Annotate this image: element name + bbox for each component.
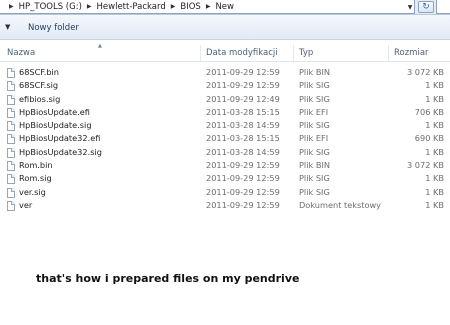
caption-text: that's how i prepared files on my pendri… — [36, 272, 300, 285]
file-size: 1 KB — [425, 186, 444, 197]
file-row[interactable]: ver.sig 2011-09-29 12:59 Plik SIG 1 KB — [0, 186, 450, 199]
file-name: 68SCF.sig — [19, 80, 59, 91]
file-name: HpBiosUpdate.sig — [19, 120, 92, 131]
file-row[interactable]: Rom.sig 2011-09-29 12:59 Plik SIG 1 KB — [0, 172, 450, 185]
file-date: 2011-03-28 15:15 — [206, 133, 280, 144]
command-bar: ▼ Nowy folder — [0, 15, 450, 40]
file-row[interactable]: Rom.bin 2011-09-29 12:59 Plik BIN 3 072 … — [0, 159, 450, 172]
breadcrumb-hewlett-packard[interactable]: Hewlett-Packard — [97, 2, 166, 12]
file-size: 3 072 KB — [406, 160, 444, 171]
file-date: 2011-03-28 14:59 — [206, 146, 280, 157]
file-icon — [7, 200, 15, 211]
file-icon — [7, 174, 15, 185]
file-size: 1 KB — [425, 120, 444, 131]
file-size: 1 KB — [425, 80, 444, 91]
chevron-right-icon: ▶ — [9, 3, 14, 10]
file-type: Plik EFI — [299, 133, 329, 144]
file-row[interactable]: HpBiosUpdate.sig 2011-03-28 14:59 Plik S… — [0, 119, 450, 132]
file-row[interactable]: HpBiosUpdate32.efi 2011-03-28 15:15 Plik… — [0, 132, 450, 145]
file-name: ver.sig — [19, 186, 46, 197]
file-type: Plik SIG — [299, 146, 330, 157]
file-date: 2011-09-29 12:59 — [206, 173, 280, 184]
breadcrumb-drive[interactable]: HP_TOOLS (G:) — [19, 2, 82, 12]
file-icon — [7, 161, 15, 172]
file-name: HpBiosUpdate32.efi — [19, 133, 101, 144]
chevron-down-icon[interactable]: ▼ — [5, 23, 10, 31]
column-name[interactable]: Nazwa — [7, 44, 35, 62]
column-date[interactable]: Data modyfikacji — [206, 44, 278, 62]
file-type: Plik SIG — [299, 120, 330, 131]
file-type: Dokument tekstowy — [299, 199, 382, 210]
address-bar[interactable]: ▶ HP_TOOLS (G:) ▶ Hewlett-Packard ▶ BIOS… — [0, 0, 415, 14]
file-type: Plik SIG — [299, 93, 330, 104]
file-name: Rom.bin — [19, 160, 53, 171]
file-date: 2011-09-29 12:59 — [206, 186, 280, 197]
file-size: 1 KB — [425, 199, 444, 210]
file-row[interactable]: 68SCF.sig 2011-09-29 12:59 Plik SIG 1 KB — [0, 79, 450, 92]
file-icon — [7, 68, 15, 78]
search-input[interactable] — [436, 0, 450, 14]
file-row[interactable]: ver 2011-09-29 12:59 Dokument tekstowy 1… — [0, 199, 450, 212]
column-size[interactable]: Rozmiar — [394, 44, 429, 62]
file-name: ver — [19, 199, 33, 210]
file-date: 2011-09-29 12:59 — [206, 160, 280, 171]
file-row[interactable]: 68SCF.bin 2011-09-29 12:59 Plik BIN 3 07… — [0, 66, 450, 79]
file-name: HpBiosUpdate.efi — [19, 106, 90, 117]
file-type: Plik SIG — [299, 186, 330, 197]
file-size: 3 072 KB — [406, 67, 444, 77]
refresh-button[interactable]: ↻ — [418, 1, 434, 13]
file-icon — [7, 81, 15, 92]
file-name: Rom.sig — [19, 173, 52, 184]
file-size: 1 KB — [425, 146, 444, 157]
refresh-icon: ↻ — [422, 2, 430, 12]
new-folder-button[interactable]: Nowy folder — [28, 21, 79, 34]
sort-up-icon: ▲ — [98, 43, 102, 49]
column-divider[interactable] — [388, 45, 389, 61]
file-size: 706 KB — [414, 106, 444, 117]
file-date: 2011-09-29 12:49 — [206, 93, 280, 104]
file-date: 2011-09-29 12:59 — [206, 80, 280, 91]
file-type: Plik EFI — [299, 106, 329, 117]
file-row[interactable]: efibios.sig 2011-09-29 12:49 Plik SIG 1 … — [0, 93, 450, 106]
file-name: HpBiosUpdate32.sig — [19, 146, 102, 157]
column-type[interactable]: Typ — [299, 44, 313, 62]
file-name: 68SCF.bin — [19, 67, 59, 77]
column-divider[interactable] — [200, 45, 201, 61]
file-row[interactable]: HpBiosUpdate.efi 2011-03-28 15:15 Plik E… — [0, 106, 450, 119]
chevron-right-icon[interactable]: ▶ — [206, 3, 211, 10]
file-icon — [7, 147, 15, 158]
file-date: 2011-09-29 12:59 — [206, 67, 280, 77]
chevron-right-icon[interactable]: ▶ — [87, 3, 92, 10]
file-icon — [7, 134, 15, 145]
address-dropdown-icon[interactable]: ▼ — [405, 0, 414, 13]
file-list: 68SCF.bin 2011-09-29 12:59 Plik BIN 3 07… — [0, 66, 450, 212]
file-size: 1 KB — [425, 173, 444, 184]
file-type: Plik BIN — [299, 67, 330, 77]
file-icon — [7, 94, 15, 105]
file-size: 690 KB — [414, 133, 444, 144]
column-header: ▲ Nazwa Data modyfikacji Typ Rozmiar — [0, 43, 450, 62]
file-icon — [7, 187, 15, 198]
file-type: Plik BIN — [299, 160, 330, 171]
file-type: Plik SIG — [299, 173, 330, 184]
breadcrumb-bios[interactable]: BIOS — [180, 2, 200, 12]
file-icon — [7, 107, 15, 118]
address-bar-row: ▶ HP_TOOLS (G:) ▶ Hewlett-Packard ▶ BIOS… — [0, 0, 450, 15]
file-type: Plik SIG — [299, 80, 330, 91]
file-date: 2011-03-28 14:59 — [206, 120, 280, 131]
file-date: 2011-09-29 12:59 — [206, 199, 280, 210]
file-name: efibios.sig — [19, 93, 61, 104]
column-divider[interactable] — [293, 45, 294, 61]
breadcrumb-new[interactable]: New — [215, 2, 234, 12]
chevron-right-icon[interactable]: ▶ — [171, 3, 176, 10]
file-icon — [7, 121, 15, 132]
file-size: 1 KB — [425, 93, 444, 104]
file-date: 2011-03-28 15:15 — [206, 106, 280, 117]
file-row[interactable]: HpBiosUpdate32.sig 2011-03-28 14:59 Plik… — [0, 146, 450, 159]
